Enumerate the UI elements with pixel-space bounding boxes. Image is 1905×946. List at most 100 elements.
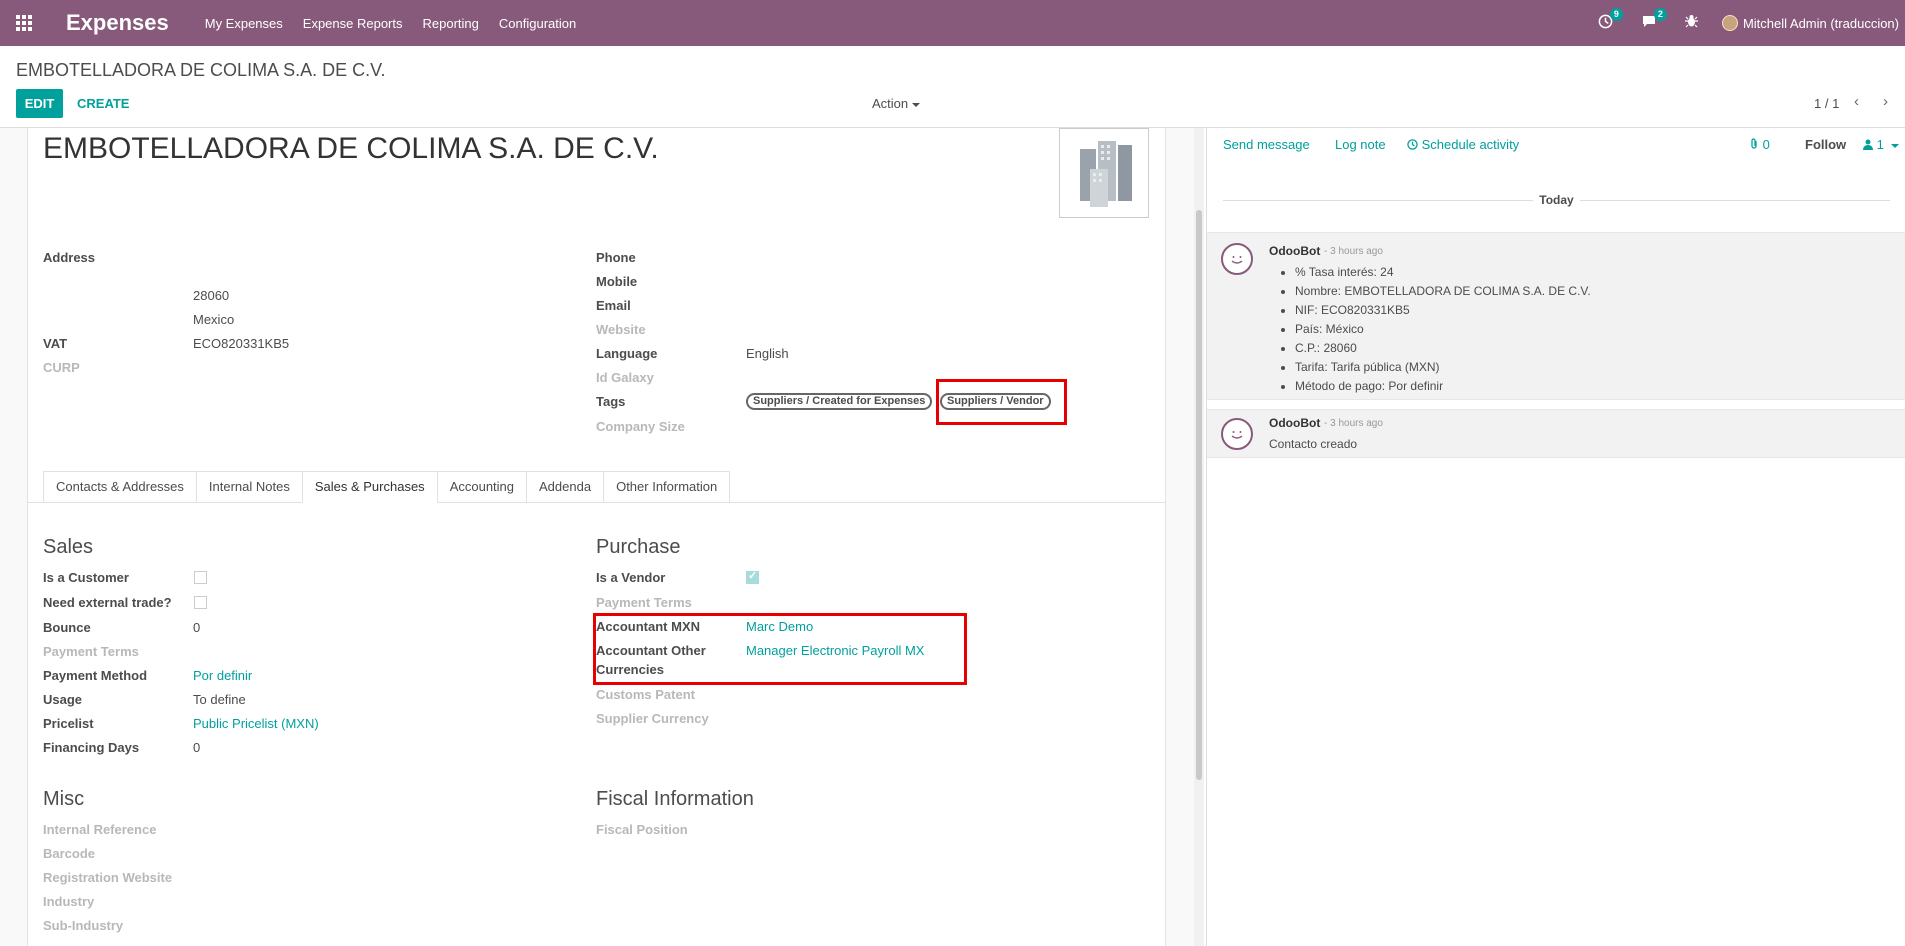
tracking-item: % Tasa interés: 24: [1295, 263, 1591, 282]
menu-expense-reports[interactable]: Expense Reports: [303, 16, 403, 31]
activity-clock-icon[interactable]: 9: [1598, 7, 1623, 33]
is-customer-checkbox[interactable]: [194, 571, 207, 584]
attachments-button[interactable]: 0: [1749, 137, 1770, 152]
misc-section-title: Misc: [43, 788, 85, 810]
message-created: OdooBot - 3 hours ago Contacto creado: [1207, 409, 1905, 458]
sales-payment-terms-label: Payment Terms: [43, 644, 139, 659]
tag-suppliers-created-for-expenses[interactable]: Suppliers / Created for Expenses: [746, 393, 933, 410]
followers-count: 1: [1876, 137, 1884, 152]
message-time: - 3 hours ago: [1324, 418, 1383, 429]
navbar-systray: 9 2 Mitchell Admin (traduccion): [1584, 0, 1905, 46]
email-label: Email: [596, 298, 631, 313]
tracking-values-list: % Tasa interés: 24 Nombre: EMBOTELLADORA…: [1295, 263, 1591, 396]
external-trade-label: Need external trade?: [43, 595, 172, 610]
chatter-panel: Send message Log note Schedule activity …: [1206, 128, 1905, 946]
odoobot-avatar: [1221, 418, 1253, 450]
log-note-button[interactable]: Log note: [1335, 137, 1386, 152]
tracking-item: C.P.: 28060: [1295, 339, 1591, 358]
highlight-box-tags: [936, 379, 1067, 425]
highlight-box-accountants: [593, 613, 967, 685]
message-author[interactable]: OdooBot: [1269, 416, 1320, 430]
tracking-item: Método de pago: Por definir: [1295, 377, 1591, 396]
tracking-item: Nombre: EMBOTELLADORA DE COLIMA S.A. DE …: [1295, 282, 1591, 301]
barcode-label: Barcode: [43, 846, 96, 861]
chatter-topbar: Send message Log note Schedule activity …: [1207, 128, 1905, 164]
pricelist-link[interactable]: Public Pricelist (MXN): [193, 716, 319, 731]
registration-website-label: Registration Website: [43, 870, 173, 885]
caret-down-icon: [912, 102, 921, 107]
fiscal-section-title: Fiscal Information: [596, 788, 754, 810]
form-scrollbar[interactable]: [1196, 210, 1202, 780]
apps-menu-icon[interactable]: [0, 0, 48, 46]
phone-label: Phone: [596, 250, 636, 265]
user-menu[interactable]: Mitchell Admin (traduccion): [1721, 15, 1899, 31]
address-label: Address: [43, 250, 96, 265]
tab-sales-purchases[interactable]: Sales & Purchases: [301, 471, 438, 503]
tab-internal-notes[interactable]: Internal Notes: [195, 471, 303, 503]
activity-count-badge: 9: [1609, 7, 1623, 21]
id-galaxy-label: Id Galaxy: [596, 370, 654, 385]
debug-bug-icon[interactable]: [1684, 14, 1698, 32]
schedule-activity-label: Schedule activity: [1421, 137, 1520, 152]
form-sheet: EMBOTELLADORA DE COLIMA S.A. DE C.V. Add…: [27, 128, 1166, 946]
notebook-tabs: Contacts & Addresses Internal Notes Sale…: [43, 471, 731, 503]
odoobot-avatar: [1221, 243, 1253, 275]
vat-value: ECO820331KB5: [193, 336, 290, 351]
messages-chat-icon[interactable]: 2: [1641, 8, 1667, 32]
partner-name[interactable]: EMBOTELLADORA DE COLIMA S.A. DE C.V.: [43, 132, 659, 166]
payment-method-link[interactable]: Por definir: [193, 668, 252, 683]
language-value: English: [746, 346, 789, 361]
financing-days-value: 0: [193, 740, 201, 755]
industry-label: Industry: [43, 894, 95, 909]
tracking-item: NIF: ECO820331KB5: [1295, 301, 1591, 320]
bounce-value: 0: [193, 620, 201, 635]
curp-label: CURP: [43, 360, 80, 375]
tab-accounting[interactable]: Accounting: [436, 471, 528, 503]
external-trade-checkbox[interactable]: [194, 596, 207, 609]
message-time: - 3 hours ago: [1324, 246, 1383, 257]
breadcrumb: EMBOTELLADORA DE COLIMA S.A. DE C.V.: [16, 60, 386, 80]
edit-button[interactable]: EDIT: [16, 89, 63, 118]
paperclip-icon: [1751, 138, 1757, 149]
send-message-button[interactable]: Send message: [1223, 137, 1310, 152]
pager-next-icon[interactable]: ›: [1883, 93, 1888, 110]
caret-down-icon: [1891, 143, 1900, 148]
followers-button[interactable]: 1: [1863, 137, 1900, 152]
message-body: Contacto creado: [1269, 437, 1358, 451]
tab-other-information[interactable]: Other Information: [603, 471, 731, 503]
menu-reporting[interactable]: Reporting: [423, 16, 479, 31]
supplier-currency-label: Supplier Currency: [596, 711, 709, 726]
language-label: Language: [596, 346, 658, 361]
messages-count-badge: 2: [1653, 8, 1667, 21]
tags-label: Tags: [596, 394, 626, 409]
action-dropdown[interactable]: Action: [872, 96, 921, 111]
tracking-item: País: México: [1295, 320, 1591, 339]
user-avatar: [1721, 15, 1738, 31]
purchase-section-title: Purchase: [596, 536, 681, 558]
payment-method-label: Payment Method: [43, 668, 148, 683]
smiley-icon: [1231, 256, 1243, 264]
today-line-right: [1580, 200, 1890, 201]
create-button[interactable]: CREATE: [73, 89, 133, 118]
bounce-label: Bounce: [43, 620, 91, 635]
pager-value[interactable]: 1 / 1: [1814, 96, 1839, 111]
message-author[interactable]: OdooBot: [1269, 244, 1320, 258]
is-vendor-checkbox[interactable]: [746, 569, 759, 584]
pager-previous-icon[interactable]: ‹: [1854, 93, 1859, 110]
menu-configuration[interactable]: Configuration: [499, 16, 576, 31]
company-image[interactable]: [1059, 128, 1149, 218]
app-brand[interactable]: Expenses: [66, 10, 169, 36]
schedule-activity-button[interactable]: Schedule activity: [1407, 137, 1519, 152]
company-size-label: Company Size: [596, 419, 685, 434]
tab-addenda[interactable]: Addenda: [526, 471, 605, 503]
customs-patent-label: Customs Patent: [596, 687, 695, 702]
message-tracking: OdooBot - 3 hours ago % Tasa interés: 24…: [1207, 232, 1905, 400]
main-menu: My Expenses Expense Reports Reporting Co…: [195, 16, 586, 31]
sales-section-title: Sales: [43, 536, 94, 558]
tab-contacts-addresses[interactable]: Contacts & Addresses: [43, 471, 197, 503]
follow-button[interactable]: Follow: [1805, 137, 1846, 152]
mobile-label: Mobile: [596, 274, 638, 289]
user-icon: [1863, 139, 1873, 150]
menu-my-expenses[interactable]: My Expenses: [205, 16, 283, 31]
vat-label: VAT: [43, 336, 68, 351]
